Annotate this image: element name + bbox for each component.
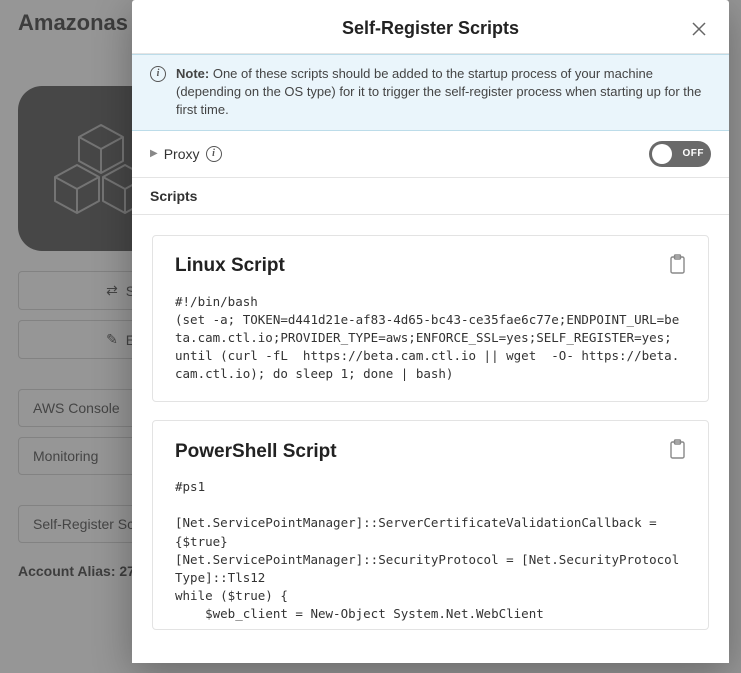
scripts-body: Linux Script #!/bin/bash (set -a; TOKEN=…: [132, 215, 729, 663]
note-content: Note: One of these scripts should be add…: [176, 65, 711, 120]
note-bar: i Note: One of these scripts should be a…: [132, 54, 729, 131]
note-label: Note:: [176, 66, 209, 81]
linux-code[interactable]: #!/bin/bash (set -a; TOKEN=d441d21e-af83…: [175, 293, 686, 384]
powershell-script-title: PowerShell Script: [175, 441, 337, 463]
close-button[interactable]: [689, 19, 709, 39]
linux-script-title: Linux Script: [175, 255, 285, 277]
powershell-card-head: PowerShell Script: [175, 439, 686, 464]
self-register-modal: Self-Register Scripts i Note: One of the…: [132, 0, 729, 663]
linux-script-card: Linux Script #!/bin/bash (set -a; TOKEN=…: [152, 235, 709, 403]
powershell-script-card: PowerShell Script #ps1 [Net.ServicePoint…: [152, 420, 709, 630]
chevron-right-icon: ▶: [150, 148, 158, 159]
toggle-knob: [652, 144, 672, 164]
scripts-section-label: Scripts: [132, 178, 729, 215]
linux-card-head: Linux Script: [175, 254, 686, 279]
powershell-code[interactable]: #ps1 [Net.ServicePointManager]::ServerCe…: [175, 478, 686, 630]
proxy-label: Proxy: [164, 146, 200, 162]
note-text: One of these scripts should be added to …: [176, 66, 701, 117]
modal-header: Self-Register Scripts: [132, 0, 729, 54]
info-icon[interactable]: i: [206, 146, 222, 162]
clipboard-icon: [669, 254, 686, 274]
close-icon: [691, 21, 707, 37]
info-icon: i: [150, 66, 166, 82]
clipboard-icon: [669, 439, 686, 459]
powershell-copy-button[interactable]: [669, 439, 686, 464]
proxy-toggle[interactable]: OFF: [649, 141, 711, 167]
linux-copy-button[interactable]: [669, 254, 686, 279]
toggle-label: OFF: [683, 148, 705, 159]
proxy-row: ▶ Proxy i OFF: [132, 131, 729, 178]
proxy-expand[interactable]: ▶ Proxy i: [150, 146, 222, 162]
modal-title: Self-Register Scripts: [172, 18, 689, 39]
